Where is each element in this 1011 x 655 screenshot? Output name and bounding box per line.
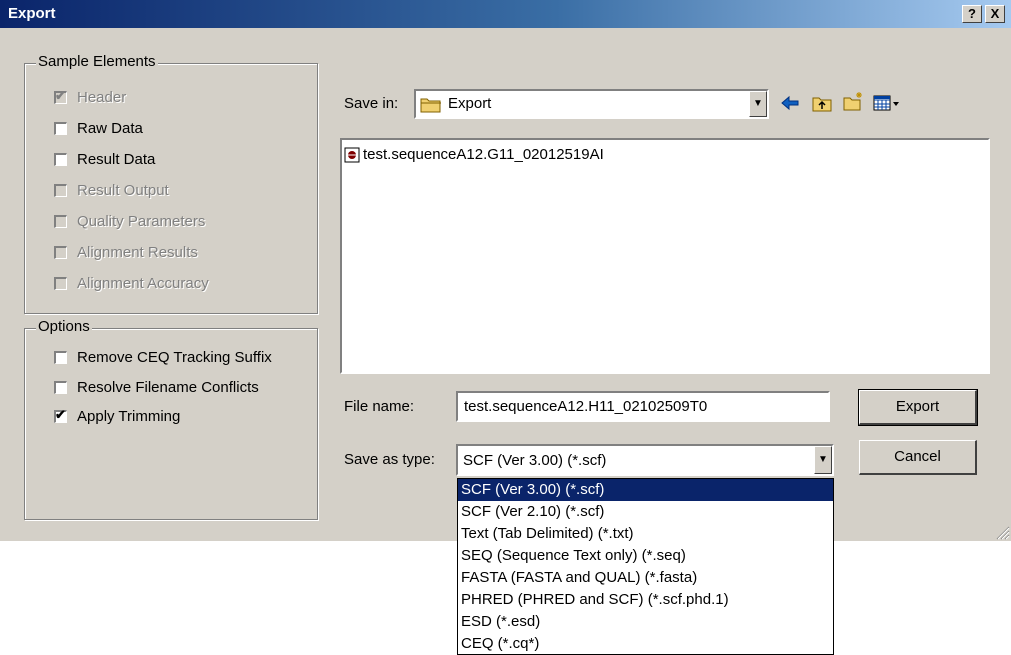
dropdown-option[interactable]: SCF (Ver 2.10) (*.scf) [458, 501, 833, 523]
close-button[interactable]: X [985, 5, 1005, 23]
dropdown-option[interactable]: FASTA (FASTA and QUAL) (*.fasta) [458, 567, 833, 589]
save-in-combo[interactable]: Export ▼ [414, 89, 769, 119]
sequence-file-icon [344, 147, 360, 162]
checkbox-label: Raw Data [77, 119, 143, 137]
checkbox[interactable] [54, 380, 67, 394]
save-as-type-dropdown-button[interactable]: ▼ [814, 446, 832, 474]
dropdown-option[interactable]: SEQ (Sequence Text only) (*.seq) [458, 545, 833, 567]
save-as-type-combo[interactable]: SCF (Ver 3.00) (*.scf) ▼ [456, 444, 834, 476]
checkbox-result-data[interactable]: Result Data [54, 149, 155, 169]
back-arrow-icon[interactable] [779, 92, 801, 114]
dropdown-option[interactable]: Text (Tab Delimited) (*.txt) [458, 523, 833, 545]
file-name-input[interactable]: test.sequenceA12.H11_02102509T0 [456, 391, 830, 422]
save-in-value: Export [448, 95, 492, 112]
up-folder-icon[interactable] [811, 92, 833, 114]
file-name: test.sequenceA12.G11_02012519AI [363, 146, 604, 163]
sample-elements-title: Sample Elements [36, 53, 158, 70]
checkbox-label: Result Data [77, 150, 156, 168]
save-in-label: Save in: [344, 95, 399, 112]
checkbox-alignment-results: Alignment Results [54, 242, 198, 262]
checkbox-raw-data[interactable]: Raw Data [54, 118, 143, 138]
help-button[interactable]: ? [962, 5, 982, 23]
resize-grip-icon[interactable] [994, 524, 1010, 540]
checkbox-result-output: Result Output [54, 180, 169, 200]
checkbox [54, 183, 67, 197]
checkbox[interactable]: ✔ [54, 407, 67, 423]
title-bar[interactable]: Export ? X [0, 0, 1011, 28]
checkbox-header: ✔ Header [54, 87, 126, 107]
checkbox-label: Header [77, 88, 127, 106]
checkbox-label: Remove CEQ Tracking Suffix [77, 348, 272, 366]
checkbox: ✔ [54, 87, 67, 104]
save-as-type-label: Save as type: [344, 451, 435, 468]
checkbox-remove-ceq-tracking-suffix[interactable]: Remove CEQ Tracking Suffix [54, 347, 272, 367]
file-item[interactable]: test.sequenceA12.G11_02012519AI [344, 146, 604, 163]
checkbox-label: Alignment Results [77, 243, 198, 261]
new-folder-icon[interactable] [842, 90, 864, 112]
checkbox[interactable] [54, 350, 67, 364]
checkbox-apply-trimming[interactable]: ✔ Apply Trimming [54, 406, 180, 426]
dropdown-option[interactable]: ESD (*.esd) [458, 611, 833, 633]
checkbox-alignment-accuracy: Alignment Accuracy [54, 273, 209, 293]
save-in-dropdown-button[interactable]: ▼ [749, 91, 767, 117]
file-name-value: test.sequenceA12.H11_02102509T0 [464, 398, 708, 415]
dropdown-option[interactable]: CEQ (*.cq*) [458, 633, 833, 654]
dropdown-option[interactable]: PHRED (PHRED and SCF) (*.scf.phd.1) [458, 589, 833, 611]
save-as-type-value: SCF (Ver 3.00) (*.scf) [463, 452, 607, 469]
file-list[interactable]: test.sequenceA12.G11_02012519AI [340, 138, 990, 374]
checkbox[interactable] [54, 152, 67, 166]
export-button[interactable]: Export [858, 389, 978, 426]
window-title: Export [8, 5, 56, 22]
view-menu-icon[interactable] [872, 92, 902, 114]
options-title: Options [36, 318, 92, 335]
checkbox-quality-parameters: Quality Parameters [54, 211, 205, 231]
checkbox-label: Result Output [77, 181, 169, 199]
checkbox-resolve-filename-conflicts[interactable]: Resolve Filename Conflicts [54, 377, 259, 397]
checkbox [54, 245, 67, 259]
checkbox-label: Apply Trimming [77, 407, 181, 425]
checkbox-label: Quality Parameters [77, 212, 206, 230]
folder-icon [420, 98, 441, 113]
export-dialog: Export ? X Sample Elements ✔ Header Raw … [0, 0, 1011, 541]
file-name-label: File name: [344, 398, 415, 415]
checkbox-label: Resolve Filename Conflicts [77, 378, 259, 396]
cancel-button[interactable]: Cancel [859, 440, 977, 475]
checkbox [54, 276, 67, 290]
checkbox-label: Alignment Accuracy [77, 274, 209, 292]
dropdown-option[interactable]: SCF (Ver 3.00) (*.scf) [458, 479, 833, 501]
checkbox[interactable] [54, 121, 67, 135]
save-as-type-dropdown-list[interactable]: SCF (Ver 3.00) (*.scf) SCF (Ver 2.10) (*… [457, 478, 834, 655]
checkbox [54, 214, 67, 228]
